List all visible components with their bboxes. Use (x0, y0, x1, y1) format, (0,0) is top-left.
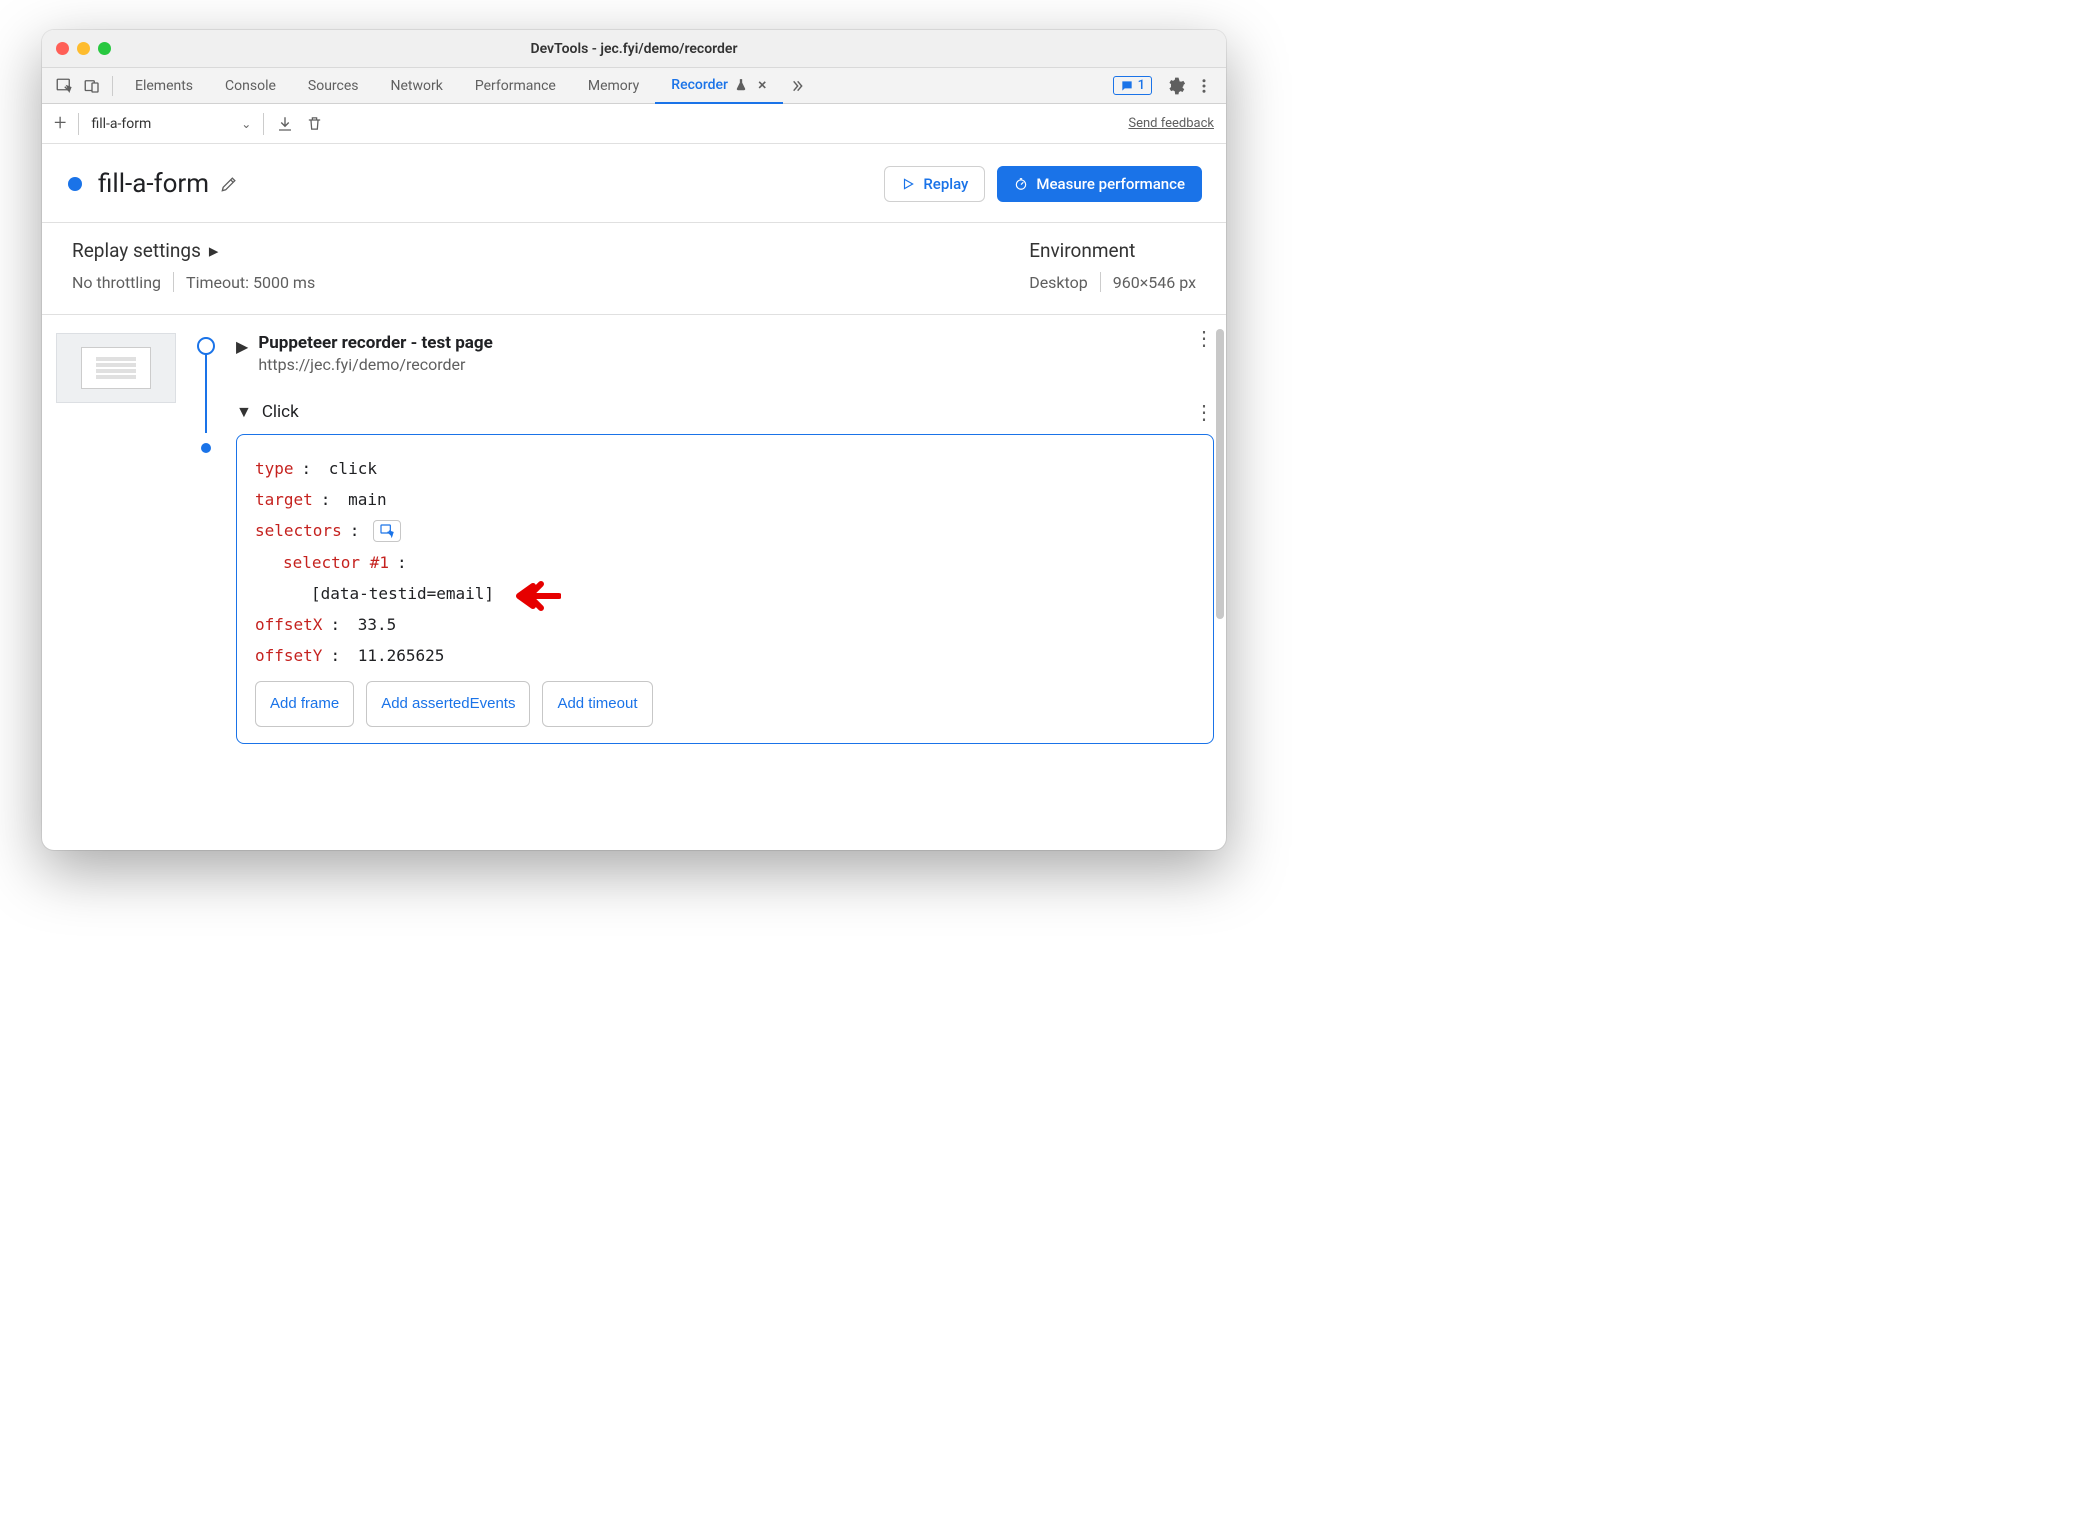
step-navigate[interactable]: ▶ Puppeteer recorder - test page https:/… (236, 333, 1214, 374)
titlebar: DevTools - jec.fyi/demo/recorder (42, 30, 1226, 68)
devtools-tabbar: Elements Console Sources Network Perform… (42, 68, 1226, 104)
window-title: DevTools - jec.fyi/demo/recorder (42, 41, 1226, 57)
scrollbar[interactable] (1216, 329, 1224, 619)
replay-settings-toggle[interactable]: Replay settings ▸ (72, 239, 315, 262)
selector-1-label[interactable]: selector #1: (255, 547, 1195, 578)
step-click-label: Click (262, 402, 299, 422)
recorder-toolbar: + fill-a-form ⌄ Send feedback (42, 104, 1226, 144)
timeline-node-start (197, 337, 215, 355)
export-icon[interactable] (276, 115, 294, 133)
recording-header: fill-a-form Replay Measure performance (42, 144, 1226, 223)
step-editor: type: click target: main selectors: sele… (236, 434, 1214, 744)
devtools-window: DevTools - jec.fyi/demo/recorder Element… (42, 30, 1226, 850)
recording-select-value: fill-a-form (91, 116, 151, 132)
step-title: Puppeteer recorder - test page (258, 333, 492, 353)
more-tabs-icon[interactable] (783, 72, 811, 100)
recording-title: fill-a-form (98, 169, 209, 199)
step-url: https://jec.fyi/demo/recorder (258, 355, 492, 374)
tab-memory[interactable]: Memory (572, 68, 655, 104)
viewport-value: 960×546 px (1113, 273, 1196, 292)
recording-indicator-icon (68, 177, 82, 191)
device-value: Desktop (1029, 273, 1088, 292)
flask-icon (734, 78, 748, 92)
pick-selector-icon[interactable] (373, 520, 401, 542)
delete-icon[interactable] (306, 115, 323, 132)
settings-gear-icon[interactable] (1162, 72, 1190, 100)
maximize-window-button[interactable] (98, 42, 111, 55)
send-feedback-link[interactable]: Send feedback (1128, 116, 1214, 131)
add-timeout-button[interactable]: Add timeout (542, 681, 652, 726)
inspect-element-icon[interactable] (50, 72, 78, 100)
add-frame-button[interactable]: Add frame (255, 681, 354, 726)
step-click-header[interactable]: ▼ Click ⋮ (236, 402, 1214, 422)
tab-network[interactable]: Network (375, 68, 459, 104)
page-thumbnail (56, 333, 176, 403)
measure-performance-button[interactable]: Measure performance (997, 166, 1202, 202)
issues-count: 1 (1138, 78, 1145, 93)
edit-name-icon[interactable] (219, 174, 239, 194)
tab-console[interactable]: Console (209, 68, 292, 104)
add-asserted-events-button[interactable]: Add assertedEvents (366, 681, 530, 726)
settings-row: Replay settings ▸ No throttling Timeout:… (42, 223, 1226, 315)
field-type[interactable]: type: click (255, 453, 1195, 484)
timeline-node-step (201, 443, 211, 453)
step-menu-icon[interactable]: ⋮ (1194, 407, 1214, 417)
device-toolbar-icon[interactable] (78, 72, 106, 100)
field-target[interactable]: target: main (255, 484, 1195, 515)
close-tab-icon[interactable]: × (758, 75, 767, 94)
new-recording-icon[interactable]: + (54, 111, 66, 136)
tab-sources[interactable]: Sources (292, 68, 375, 104)
replay-button-label: Replay (923, 175, 968, 193)
field-offsetx[interactable]: offsetX: 33.5 (255, 609, 1195, 640)
minimize-window-button[interactable] (77, 42, 90, 55)
annotation-arrow-icon (515, 576, 561, 616)
close-window-button[interactable] (56, 42, 69, 55)
environment-label: Environment (1029, 239, 1196, 262)
step-menu-icon[interactable]: ⋮ (1194, 333, 1214, 343)
issues-badge[interactable]: 1 (1113, 76, 1152, 95)
field-offsety[interactable]: offsetY: 11.265625 (255, 640, 1195, 671)
timeout-value: Timeout: 5000 ms (186, 273, 315, 292)
field-selectors[interactable]: selectors: (255, 515, 1195, 546)
replay-button[interactable]: Replay (884, 166, 985, 202)
caret-right-icon: ▶ (236, 337, 248, 356)
chevron-down-icon: ⌄ (241, 117, 251, 131)
tab-elements[interactable]: Elements (119, 68, 209, 104)
recording-select[interactable]: fill-a-form ⌄ (91, 116, 251, 132)
tab-performance[interactable]: Performance (459, 68, 572, 104)
traffic-lights (42, 42, 111, 55)
caret-down-icon: ▼ (236, 402, 252, 422)
throttling-value: No throttling (72, 273, 161, 292)
kebab-menu-icon[interactable] (1190, 72, 1218, 100)
selector-1-value[interactable]: [data-testid=email] (255, 578, 1195, 609)
steps-panel: ▶ Puppeteer recorder - test page https:/… (42, 315, 1226, 850)
measure-button-label: Measure performance (1036, 175, 1185, 193)
tab-recorder[interactable]: Recorder × (655, 68, 782, 104)
caret-right-icon: ▸ (209, 239, 219, 262)
tab-recorder-label: Recorder (671, 77, 728, 93)
